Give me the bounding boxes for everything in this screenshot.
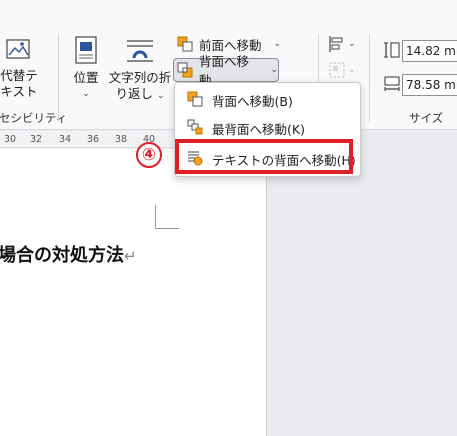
ruler-tick: 30 — [4, 134, 17, 145]
group-separator — [369, 34, 370, 122]
margin-corner-mark — [155, 205, 179, 229]
chevron-down-icon: ⌄ — [156, 91, 165, 101]
menu-item-send-backward[interactable]: 背面へ移動(B) — [175, 85, 360, 113]
width-icon — [383, 75, 401, 97]
group-icon — [328, 61, 346, 79]
chevron-down-icon: ⌄ — [348, 39, 356, 49]
chevron-down-icon: ⌄ — [273, 39, 282, 49]
wrap-text-icon — [125, 38, 155, 68]
wrap-text-button[interactable]: 文字列の折 り返し ⌄ — [108, 36, 172, 102]
width-value: 78.58 mm — [406, 78, 457, 92]
height-icon — [383, 41, 401, 63]
wrap-text-label-1: 文字列の折 — [108, 70, 172, 85]
alt-text-button[interactable]: 代替テ キスト — [0, 36, 40, 102]
send-backward-button[interactable]: 背面へ移動 ⌄ — [173, 54, 279, 88]
menu-item-label: 最背面へ移動(K) — [212, 122, 305, 137]
ruler-tick: 38 — [115, 134, 128, 145]
position-label: 位置 — [73, 70, 99, 85]
paragraph-mark-icon: ↵ — [124, 247, 137, 265]
bring-forward-icon — [177, 36, 193, 52]
ruler-tick: 34 — [59, 134, 72, 145]
step-number-badge: ④ — [136, 142, 162, 168]
send-backward-icon — [177, 62, 193, 78]
align-icon — [328, 35, 346, 53]
size-group-label: サイズ — [409, 111, 444, 125]
align-button[interactable]: ⌄ — [328, 32, 360, 56]
position-button[interactable]: 位置 ⌄ — [68, 36, 104, 102]
chevron-down-icon: ⌄ — [348, 65, 356, 75]
document-page[interactable]: 場合の対処方法↵ — [0, 149, 267, 436]
wrap-text-label-2: り返し ⌄ — [115, 86, 165, 101]
ruler-tick: 36 — [87, 134, 100, 145]
send-to-back-icon — [187, 119, 203, 135]
document-heading[interactable]: 場合の対処方法↵ — [0, 241, 137, 267]
highlight-box — [175, 139, 353, 174]
menu-item-label: 背面へ移動(B) — [212, 94, 293, 109]
group-button[interactable]: ⌄ — [328, 58, 360, 82]
ruler-tick: 32 — [30, 134, 43, 145]
alt-text-label-2: キスト — [0, 84, 38, 99]
position-icon — [73, 36, 99, 68]
height-value: 14.82 mm — [406, 44, 457, 58]
send-backward-icon — [187, 91, 203, 107]
group-separator — [58, 34, 59, 122]
chevron-down-icon: ⌄ — [82, 89, 90, 99]
width-input[interactable]: 78.58 mm — [402, 74, 457, 96]
menu-item-send-to-back[interactable]: 最背面へ移動(K) — [175, 113, 360, 141]
alt-text-label-1: 代替テ — [0, 68, 38, 83]
height-input[interactable]: 14.82 mm — [402, 40, 457, 62]
alt-text-icon — [4, 36, 32, 68]
chevron-down-icon: ⌄ — [270, 65, 278, 75]
